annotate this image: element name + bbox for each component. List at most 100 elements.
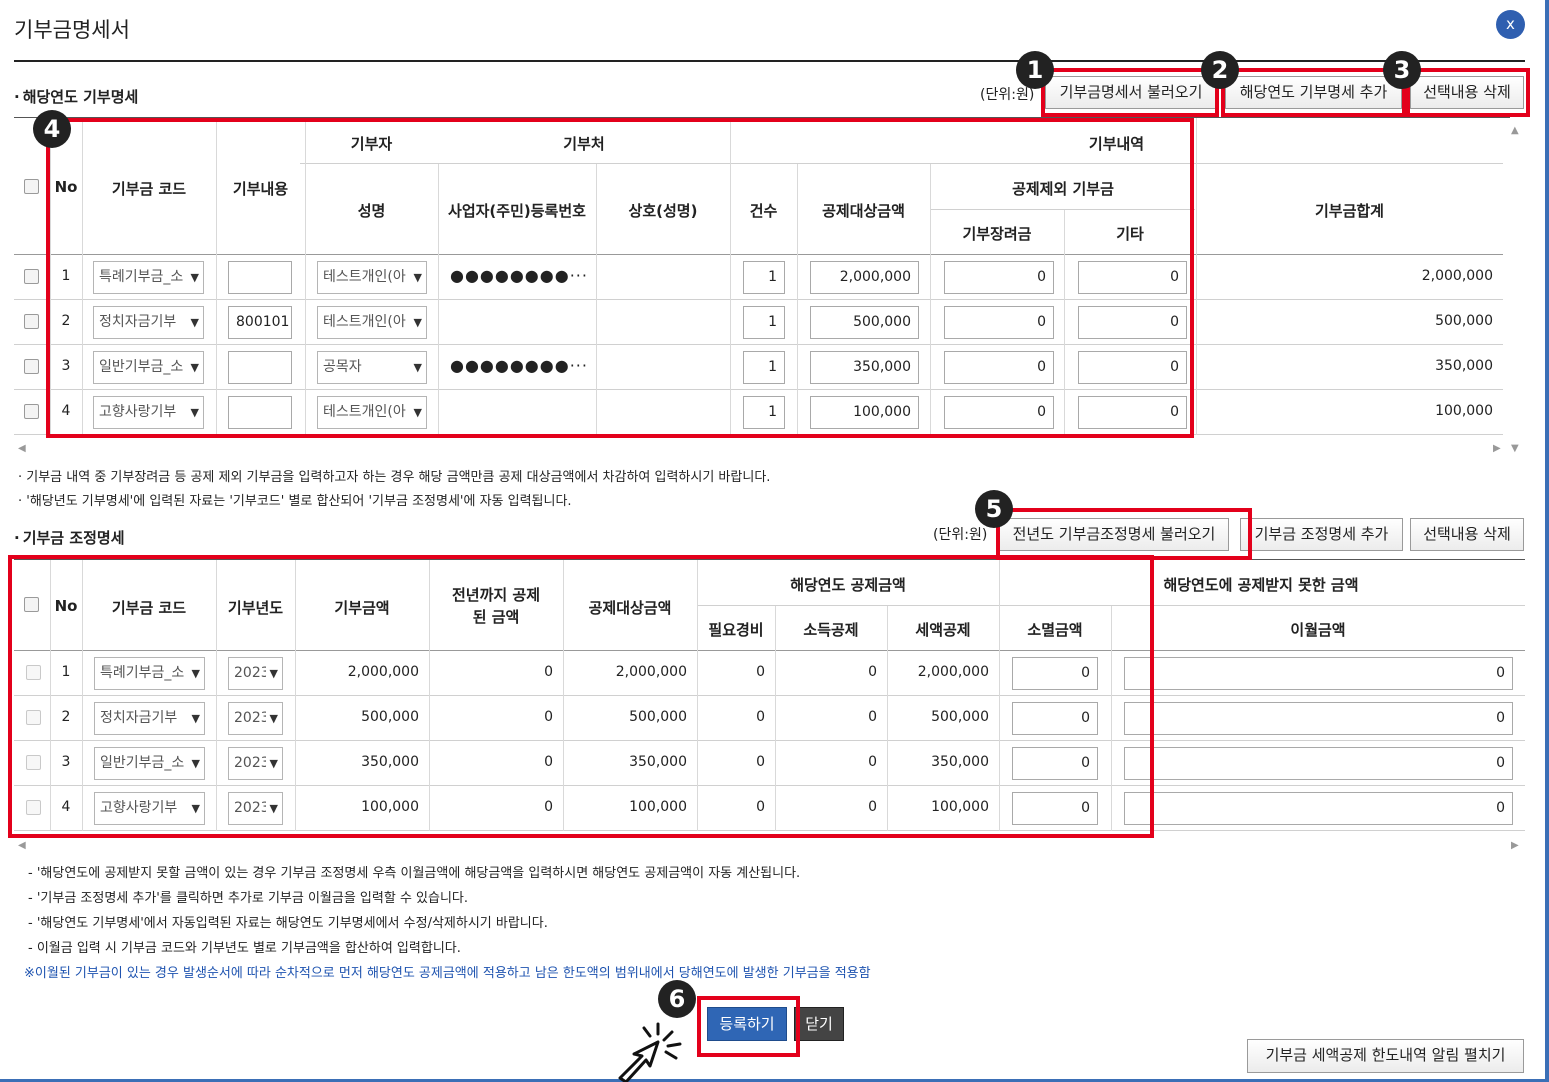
header-no: No <box>54 178 78 196</box>
close-icon[interactable]: x <box>1496 10 1525 39</box>
header-donation-code: 기부금 코드 <box>111 180 187 198</box>
table1-col-line <box>730 118 731 435</box>
scholarship-input[interactable]: 0 <box>944 351 1054 384</box>
necessary-expense: 0 <box>756 799 765 815</box>
scroll-down-icon[interactable]: ▼ <box>1511 443 1519 454</box>
necessary-expense: 0 <box>756 754 765 770</box>
register-button[interactable]: 등록하기 <box>707 1007 787 1041</box>
donor-select[interactable]: 테스트개인(아 ▼ <box>317 306 427 339</box>
donation-content-input[interactable] <box>228 261 292 294</box>
count-input[interactable]: 1 <box>743 351 785 384</box>
count-input[interactable]: 1 <box>743 261 785 294</box>
chevron-down-icon: ▼ <box>269 757 278 770</box>
carryover-amount-input[interactable]: 0 <box>1124 702 1513 735</box>
scroll-right-icon[interactable]: ▶ <box>1493 443 1501 454</box>
deductible-amount-input[interactable]: 100,000 <box>810 396 919 429</box>
donation-code-select[interactable]: 정치자금기부 ▼ <box>93 306 204 339</box>
table2-col-line <box>999 560 1000 831</box>
delete-selected-adjustment-button[interactable]: 선택내용 삭제 <box>1410 518 1524 551</box>
donor-select[interactable]: 테스트개인(아 ▼ <box>317 396 427 429</box>
donation-code-select[interactable]: 정치자금기부 ▼ <box>94 702 205 735</box>
donation-year-select[interactable]: 2023▼ <box>228 702 283 735</box>
header-donor: 기부자 <box>350 135 393 153</box>
extinct-amount-input[interactable]: 0 <box>1012 792 1098 825</box>
add-adjustment-button[interactable]: 기부금 조정명세 추가 <box>1240 518 1403 551</box>
donation-content-input[interactable] <box>228 351 292 384</box>
deductible-amount-input[interactable]: 500,000 <box>810 306 919 339</box>
table1-col-line <box>305 118 306 435</box>
other-input[interactable]: 0 <box>1078 261 1187 294</box>
header-extinct-amount: 소멸금액 <box>1027 621 1083 639</box>
load-donation-statement-button[interactable]: 기부금명세서 불러오기 <box>1045 76 1217 109</box>
header-deductible-amount: 공제대상금액 <box>588 599 672 617</box>
donation-code-select[interactable]: 고향사랑기부 ▼ <box>94 792 205 825</box>
extinct-amount-input[interactable]: 0 <box>1012 747 1098 780</box>
extinct-amount-input[interactable]: 0 <box>1012 702 1098 735</box>
other-input[interactable]: 0 <box>1078 351 1187 384</box>
previously-deducted: 0 <box>544 799 553 815</box>
donation-note-2: · '해당년도 기부명세'에 입력된 자료는 '기부코드' 별로 합산되어 '기… <box>18 494 572 509</box>
count-input[interactable]: 1 <box>743 396 785 429</box>
carryover-amount-input[interactable]: 0 <box>1124 747 1513 780</box>
header-other: 기타 <box>1116 225 1144 243</box>
scholarship-input[interactable]: 0 <box>944 261 1054 294</box>
close-button[interactable]: 닫기 <box>794 1007 844 1041</box>
delete-selected-button[interactable]: 선택내용 삭제 <box>1410 76 1524 109</box>
deductible-amount: 500,000 <box>629 709 687 725</box>
extinct-amount-input[interactable]: 0 <box>1012 657 1098 690</box>
donation-code-select[interactable]: 특례기부금_소 ▼ <box>93 261 204 294</box>
donor-select[interactable]: 테스트개인(아 ▼ <box>317 261 427 294</box>
count-input[interactable]: 1 <box>743 306 785 339</box>
scroll-right-icon[interactable]: ▶ <box>1511 840 1519 851</box>
scroll-up-icon[interactable]: ▲ <box>1511 125 1519 136</box>
donation-content-input[interactable] <box>228 396 292 429</box>
tax-credit: 500,000 <box>931 709 989 725</box>
income-deduction: 0 <box>868 799 877 815</box>
header-income-deduction: 소득공제 <box>803 621 859 639</box>
carryover-amount-input[interactable]: 0 <box>1124 792 1513 825</box>
donation-amount: 350,000 <box>361 754 419 770</box>
donation-content-input[interactable]: 800101 <box>228 306 292 339</box>
donation-year-select[interactable]: 2023▼ <box>228 657 283 690</box>
row-checkbox[interactable] <box>24 314 39 329</box>
add-donation-detail-button[interactable]: 해당연도 기부명세 추가 <box>1225 76 1402 109</box>
carryover-amount-input[interactable]: 0 <box>1124 657 1513 690</box>
chevron-down-icon: ▼ <box>190 406 199 419</box>
table1-row-rule <box>14 344 1503 345</box>
table1-col-line <box>216 118 217 435</box>
table2-row-rule <box>14 740 1525 741</box>
other-input[interactable]: 0 <box>1078 396 1187 429</box>
scholarship-input[interactable]: 0 <box>944 396 1054 429</box>
load-previous-adjustment-button[interactable]: 전년도 기부금조정명세 불러오기 <box>999 518 1229 551</box>
header-donation-content: 기부내용 <box>232 180 289 198</box>
select-all-donations-checkbox[interactable] <box>24 179 39 194</box>
scroll-left-icon[interactable]: ◀ <box>18 840 26 851</box>
other-input[interactable]: 0 <box>1078 306 1187 339</box>
donation-code-select[interactable]: 특례기부금_소 ▼ <box>94 657 205 690</box>
deductible-amount-input[interactable]: 2,000,000 <box>810 261 919 294</box>
donor-select[interactable]: 공목자 ▼ <box>317 351 427 384</box>
row-checkbox[interactable] <box>24 359 39 374</box>
adjust-section-title: 기부금 조정명세 <box>14 527 125 548</box>
donation-year-select[interactable]: 2023▼ <box>228 792 283 825</box>
donation-code-select[interactable]: 고향사랑기부 ▼ <box>93 396 204 429</box>
header-not-deducted: 해당연도에 공제받지 못한 금액 <box>1163 576 1359 594</box>
row-checkbox[interactable] <box>24 269 39 284</box>
donation-year-select[interactable]: 2023▼ <box>228 747 283 780</box>
donation-code-select[interactable]: 일반기부금_소 ▼ <box>94 747 205 780</box>
donation-code-select[interactable]: 일반기부금_소 ▼ <box>93 351 204 384</box>
row-checkbox[interactable] <box>24 404 39 419</box>
scholarship-input[interactable]: 0 <box>944 306 1054 339</box>
row-number: 4 <box>61 403 71 419</box>
header-no: No <box>54 597 78 615</box>
table2-col-line <box>429 560 430 831</box>
scroll-left-icon[interactable]: ◀ <box>18 443 26 454</box>
table1-col-line <box>1196 118 1197 435</box>
row-number: 1 <box>61 664 71 680</box>
chevron-down-icon: ▼ <box>413 271 422 284</box>
deductible-amount-input[interactable]: 350,000 <box>810 351 919 384</box>
row-number: 4 <box>61 799 71 815</box>
select-all-adjustments-checkbox[interactable] <box>24 597 39 612</box>
tax-credit-limit-toggle-button[interactable]: 기부금 세액공제 한도내역 알림 펼치기 <box>1247 1039 1524 1073</box>
step-badge-6: 6 <box>658 980 696 1018</box>
